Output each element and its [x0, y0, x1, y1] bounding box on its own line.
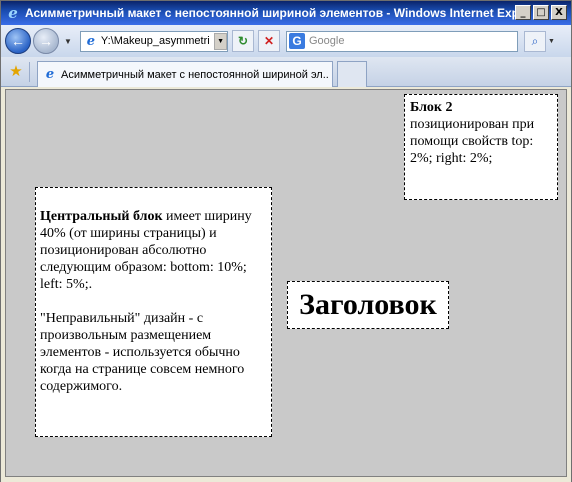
close-button[interactable]: X	[551, 5, 567, 20]
back-button[interactable]: ←	[5, 28, 31, 54]
google-icon: G	[289, 33, 305, 49]
tab-label: Асимметричный макет с непостоянной ширин…	[61, 68, 329, 81]
search-options-dropdown[interactable]: ▼	[548, 38, 558, 45]
block-2: Блок 2 позиционирован при помощи свойств…	[404, 94, 558, 200]
tab-active[interactable]: e Асимметричный макет с непостоянной шир…	[37, 61, 333, 87]
block-2-text: позиционирован при помощи свойств top: 2…	[410, 117, 535, 166]
window-controls: _ □ X	[515, 5, 567, 20]
heading-block: Заголовок	[287, 281, 449, 329]
window-title: Асимметричный макет с непостоянной ширин…	[25, 6, 531, 20]
page-heading: Заголовок	[299, 288, 437, 321]
new-tab-button[interactable]	[337, 61, 367, 87]
search-button[interactable]: ⌕	[524, 30, 546, 52]
page-icon: e	[86, 33, 96, 49]
tab-ie-icon: e	[45, 67, 55, 82]
search-field[interactable]: G Google	[286, 30, 518, 52]
tab-bar: ★ e Асимметричный макет с непостоянной ш…	[1, 57, 571, 87]
status-bar	[1, 477, 571, 482]
star-icon[interactable]: ★	[7, 62, 25, 80]
page-content: Блок 2 позиционирован при помощи свойств…	[5, 89, 567, 477]
maximize-button[interactable]: □	[533, 5, 549, 20]
ie-logo-icon: e	[8, 4, 18, 22]
browser-window: e Асимметричный макет с непостоянной шир…	[0, 0, 572, 482]
central-paragraph-1: Центральный блок имеет ширину 40% (от ши…	[40, 208, 267, 293]
refresh-button[interactable]: ↻	[232, 30, 254, 52]
address-dropdown-button[interactable]: ▼	[214, 32, 227, 50]
block-2-title: Блок 2	[410, 100, 453, 115]
forward-button[interactable]: →	[33, 28, 59, 54]
central-paragraph-2: "Неправильный" дизайн - с произвольным р…	[40, 311, 245, 394]
recent-pages-dropdown[interactable]: ▼	[62, 37, 74, 46]
search-placeholder: Google	[309, 35, 345, 47]
stop-button[interactable]: ✕	[258, 30, 280, 52]
central-block: Центральный блок имеет ширину 40% (от ши…	[35, 187, 272, 437]
address-toolbar: ← → ▼ e Y:\Makeup_asymmetri ▼ ↻ ✕ G Goog…	[1, 25, 571, 57]
address-text[interactable]: Y:\Makeup_asymmetri	[101, 35, 214, 47]
toolbar-separator	[29, 62, 30, 82]
address-field[interactable]: e Y:\Makeup_asymmetri ▼	[80, 30, 228, 52]
title-bar[interactable]: e Асимметричный макет с непостоянной шир…	[1, 1, 571, 25]
minimize-button[interactable]: _	[515, 5, 531, 20]
central-block-title: Центральный блок	[40, 209, 163, 224]
